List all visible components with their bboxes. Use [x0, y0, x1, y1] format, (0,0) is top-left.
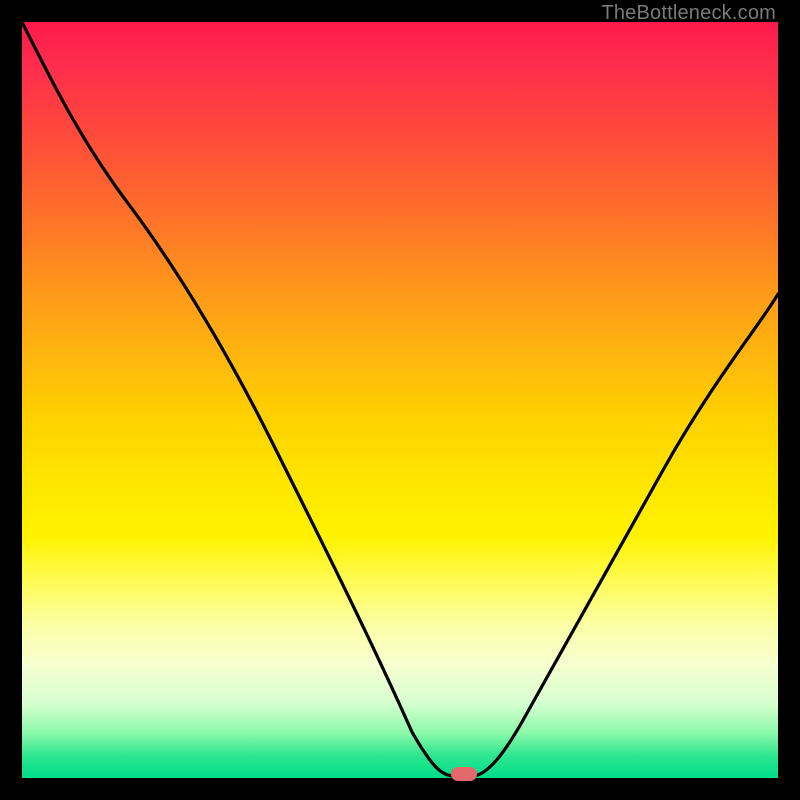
chart-frame: TheBottleneck.com [0, 0, 800, 800]
optimal-point-marker [451, 767, 477, 781]
curve-path [22, 22, 778, 776]
bottleneck-curve [22, 22, 778, 778]
chart-plot-area [22, 22, 778, 778]
attribution-text: TheBottleneck.com [601, 2, 776, 25]
